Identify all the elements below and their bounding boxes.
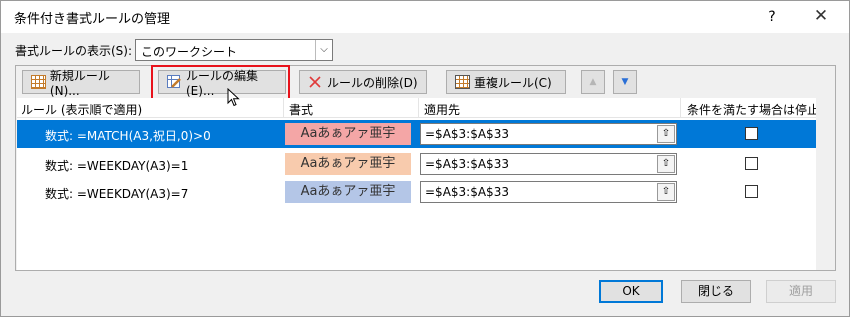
rule-formula: 数式: =WEEKDAY(A3)=1 (45, 159, 189, 173)
header-format: 書式 (289, 103, 314, 117)
applies-to-field[interactable]: =$A$3:$A$33 ⇧ (420, 123, 677, 145)
table-row[interactable]: 数式: =WEEKDAY(A3)=7 Aaあぁアァ亜宇 =$A$3:$A$33 … (17, 178, 816, 206)
ok-button[interactable]: OK (599, 280, 663, 303)
move-up-button[interactable]: ▲ (581, 70, 605, 94)
conditional-formatting-dialog: 条件付き書式ルールの管理 ? ✕ 書式ルールの表示(S): このワークシート ⌵… (0, 0, 850, 317)
table-header: ルール (表示順で適用) 書式 適用先 条件を満たす場合は停止 (17, 98, 834, 118)
table-row[interactable]: 数式: =MATCH(A3,祝日,0)>0 Aaあぁアァ亜宇 =$A$3:$A$… (17, 120, 816, 148)
title-bar: 条件付き書式ルールの管理 ? ✕ (1, 1, 849, 33)
table-row[interactable]: 数式: =WEEKDAY(A3)=1 Aaあぁアァ亜宇 =$A$3:$A$33 … (17, 150, 816, 178)
rules-table: ルール (表示順で適用) 書式 適用先 条件を満たす場合は停止 数式: =MAT… (17, 98, 834, 270)
dialog-title: 条件付き書式ルールの管理 (14, 12, 171, 27)
collapse-dialog-icon[interactable]: ⇧ (657, 155, 675, 173)
highlight-box (151, 65, 290, 101)
stop-if-true-checkbox[interactable] (745, 185, 758, 198)
help-button[interactable]: ? (757, 1, 787, 33)
delete-rule-label: ルールの削除(D) (327, 75, 418, 90)
rule-formula: 数式: =WEEKDAY(A3)=7 (45, 187, 189, 201)
scope-label: 書式ルールの表示(S): (15, 44, 133, 58)
collapse-dialog-icon[interactable]: ⇧ (657, 183, 675, 201)
format-preview: Aaあぁアァ亜宇 (285, 123, 411, 145)
delete-rule-button[interactable]: ルールの削除(D) (299, 70, 427, 94)
table-grid-icon (455, 75, 470, 89)
applies-to-value: =$A$3:$A$33 (425, 185, 509, 199)
apply-button[interactable]: 適用 (766, 280, 836, 303)
scope-value: このワークシート (141, 45, 238, 59)
format-preview: Aaあぁアァ亜宇 (285, 181, 411, 203)
stop-if-true-checkbox[interactable] (745, 127, 758, 140)
duplicate-rule-button[interactable]: 重複ルール(C) (446, 70, 566, 94)
header-separator (283, 98, 284, 118)
applies-to-field[interactable]: =$A$3:$A$33 ⇧ (420, 153, 677, 175)
stop-if-true-checkbox[interactable] (745, 157, 758, 170)
duplicate-rule-label: 重複ルール(C) (474, 75, 552, 90)
applies-to-field[interactable]: =$A$3:$A$33 ⇧ (420, 181, 677, 203)
vertical-scrollbar[interactable] (816, 98, 834, 270)
applies-to-value: =$A$3:$A$33 (425, 127, 509, 141)
new-rule-button[interactable]: 新規ルール(N)... (22, 69, 140, 98)
mouse-cursor-icon (227, 88, 240, 107)
chevron-up-icon: ▲ (589, 77, 597, 87)
header-stop-if-true: 条件を満たす場合は停止 (687, 103, 820, 117)
close-button[interactable]: 閉じる (681, 280, 751, 303)
chevron-down-icon[interactable]: ⌵ (315, 40, 332, 60)
header-separator (680, 98, 681, 118)
scope-dropdown[interactable]: このワークシート ⌵ (135, 39, 333, 61)
delete-x-icon (308, 75, 323, 89)
header-separator (418, 98, 419, 118)
format-preview: Aaあぁアァ亜宇 (285, 153, 411, 175)
table-grid-icon (31, 75, 46, 89)
collapse-dialog-icon[interactable]: ⇧ (657, 125, 675, 143)
header-rule: ルール (表示順で適用) (21, 103, 143, 117)
close-icon[interactable]: ✕ (801, 1, 841, 33)
new-rule-label: 新規ルール(N)... (49, 68, 110, 98)
rule-formula: 数式: =MATCH(A3,祝日,0)>0 (45, 129, 211, 143)
applies-to-value: =$A$3:$A$33 (425, 157, 509, 171)
chevron-down-icon: ▼ (621, 77, 629, 87)
move-down-button[interactable]: ▼ (613, 70, 637, 94)
header-applies-to: 適用先 (424, 103, 461, 117)
